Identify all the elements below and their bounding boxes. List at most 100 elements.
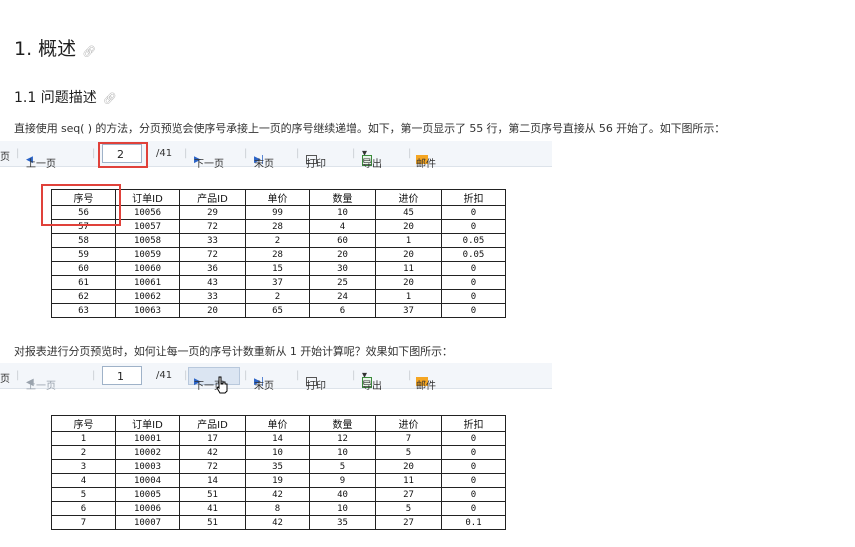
table-header-row: 序号 订单ID 产品ID 单价 数量 进价 折扣 [51,415,506,432]
table-row: 3 10003 72 35 5 20 0 [51,459,506,474]
toolbar: 页 | ◀ 上一页 | 2 /41 | ▶ 下一页 | ▶| 末页 | 打印 | … [0,141,552,170]
table-cell: 0 [441,501,506,516]
table-cell: 25 [309,275,376,290]
col-header: 产品ID [179,415,246,432]
table-cell: 20 [375,219,442,234]
col-header: 折扣 [441,415,506,432]
heading-problem-text: 1.1 问题描述 [14,90,97,106]
next-label: 下一页 [194,159,224,170]
last-label: 末页 [254,381,274,392]
col-header: 数量 [309,189,376,206]
table-cell: 28 [245,219,310,234]
table-cell: 10059 [115,247,180,262]
link-icon[interactable]: 🔗︎ [82,45,96,58]
separator: | [408,370,412,381]
link-icon[interactable]: 🔗︎ [103,92,117,105]
table-cell: 10006 [115,501,180,516]
table-cell: 35 [245,459,310,474]
separator: | [296,148,300,159]
table-cell: 37 [375,303,442,318]
separator: | [16,370,20,381]
col-header: 订单ID [115,189,180,206]
table-cell: 63 [51,303,116,318]
table-cell: 14 [179,473,246,488]
table-cell: 5 [309,459,376,474]
table-cell: 51 [179,487,246,502]
col-header: 产品ID [179,189,246,206]
table-cell: 37 [245,275,310,290]
separator: | [408,148,412,159]
table-cell: 10003 [115,459,180,474]
table-cell: 42 [245,487,310,502]
heading-overview-text: 1. 概述 [14,38,77,60]
table-cell: 27 [375,487,442,502]
table-cell: 1 [375,289,442,304]
table-cell: 1 [375,233,442,248]
table-cell: 10056 [115,205,180,220]
table-cell: 72 [179,219,246,234]
paragraph-1: 直接使用 seq( ) 的方法，分页预览会使序号承接上一页的序号继续递增。如下，… [14,122,726,135]
table-cell: 40 [309,487,376,502]
table-cell: 0 [441,219,506,234]
hand-cursor-icon [216,376,228,394]
table-cell: 72 [179,247,246,262]
table-cell: 42 [245,515,310,530]
prev-label: 上一页 [26,381,56,392]
heading-problem: 1.1 问题描述 🔗︎ [14,87,117,107]
table-cell: 0 [441,261,506,276]
table-cell: 0 [441,487,506,502]
table-cell: 5 [375,445,442,460]
table-cell: 9 [309,473,376,488]
table-cell: 0 [441,275,506,290]
separator: | [16,148,20,159]
report-preview-1: 页 | ◀ 上一页 | 2 /41 | ▶ 下一页 | ▶| 末页 | 打印 | … [0,141,552,337]
table-cell: 8 [245,501,310,516]
table-cell: 10001 [115,431,180,446]
print-label: 打印 [306,381,326,392]
table-cell: 0.1 [441,515,506,530]
table-cell: 41 [179,501,246,516]
table-cell: 43 [179,275,246,290]
export-label: 导出 [362,159,382,170]
export-button[interactable]: 导出 ▾ [362,370,382,392]
table-cell: 4 [51,473,116,488]
table-cell: 5 [375,501,442,516]
table-row: 61 10061 43 37 25 20 0 [51,275,506,290]
table-cell: 0 [441,205,506,220]
export-label: 导出 [362,381,382,392]
highlight-seq-column [41,184,121,226]
table-cell: 61 [51,275,116,290]
table-cell: 19 [245,473,310,488]
separator: | [352,148,356,159]
table-cell: 33 [179,233,246,248]
table-cell: 20 [309,247,376,262]
table-cell: 36 [179,261,246,276]
col-header: 进价 [375,189,442,206]
table-cell: 10060 [115,261,180,276]
export-button[interactable]: 导出 ▾ [362,148,382,170]
prev-label: 上一页 [26,159,56,170]
table-cell: 6 [309,303,376,318]
table-cell: 2 [51,445,116,460]
table-cell: 45 [375,205,442,220]
table-row: 60 10060 36 15 30 11 0 [51,261,506,276]
table-cell: 10061 [115,275,180,290]
table-row: 63 10063 20 65 6 37 0 [51,303,506,318]
table-cell: 10 [245,445,310,460]
table-cell: 62 [51,289,116,304]
table-cell: 10058 [115,233,180,248]
table-cell: 0 [441,473,506,488]
page-label-fragment: 页 [0,374,10,385]
table-cell: 0 [441,303,506,318]
table-cell: 30 [309,261,376,276]
data-table: 序号 订单ID 产品ID 单价 数量 进价 折扣 1 10001 17 14 12 7 0 2… [51,415,506,530]
page-input[interactable]: 1 [102,366,142,385]
table-cell: 7 [51,515,116,530]
col-header: 进价 [375,415,442,432]
table-cell: 17 [179,431,246,446]
table-cell: 4 [309,219,376,234]
table-cell: 29 [179,205,246,220]
table-cell: 10062 [115,289,180,304]
separator: | [296,370,300,381]
separator: | [244,148,248,159]
